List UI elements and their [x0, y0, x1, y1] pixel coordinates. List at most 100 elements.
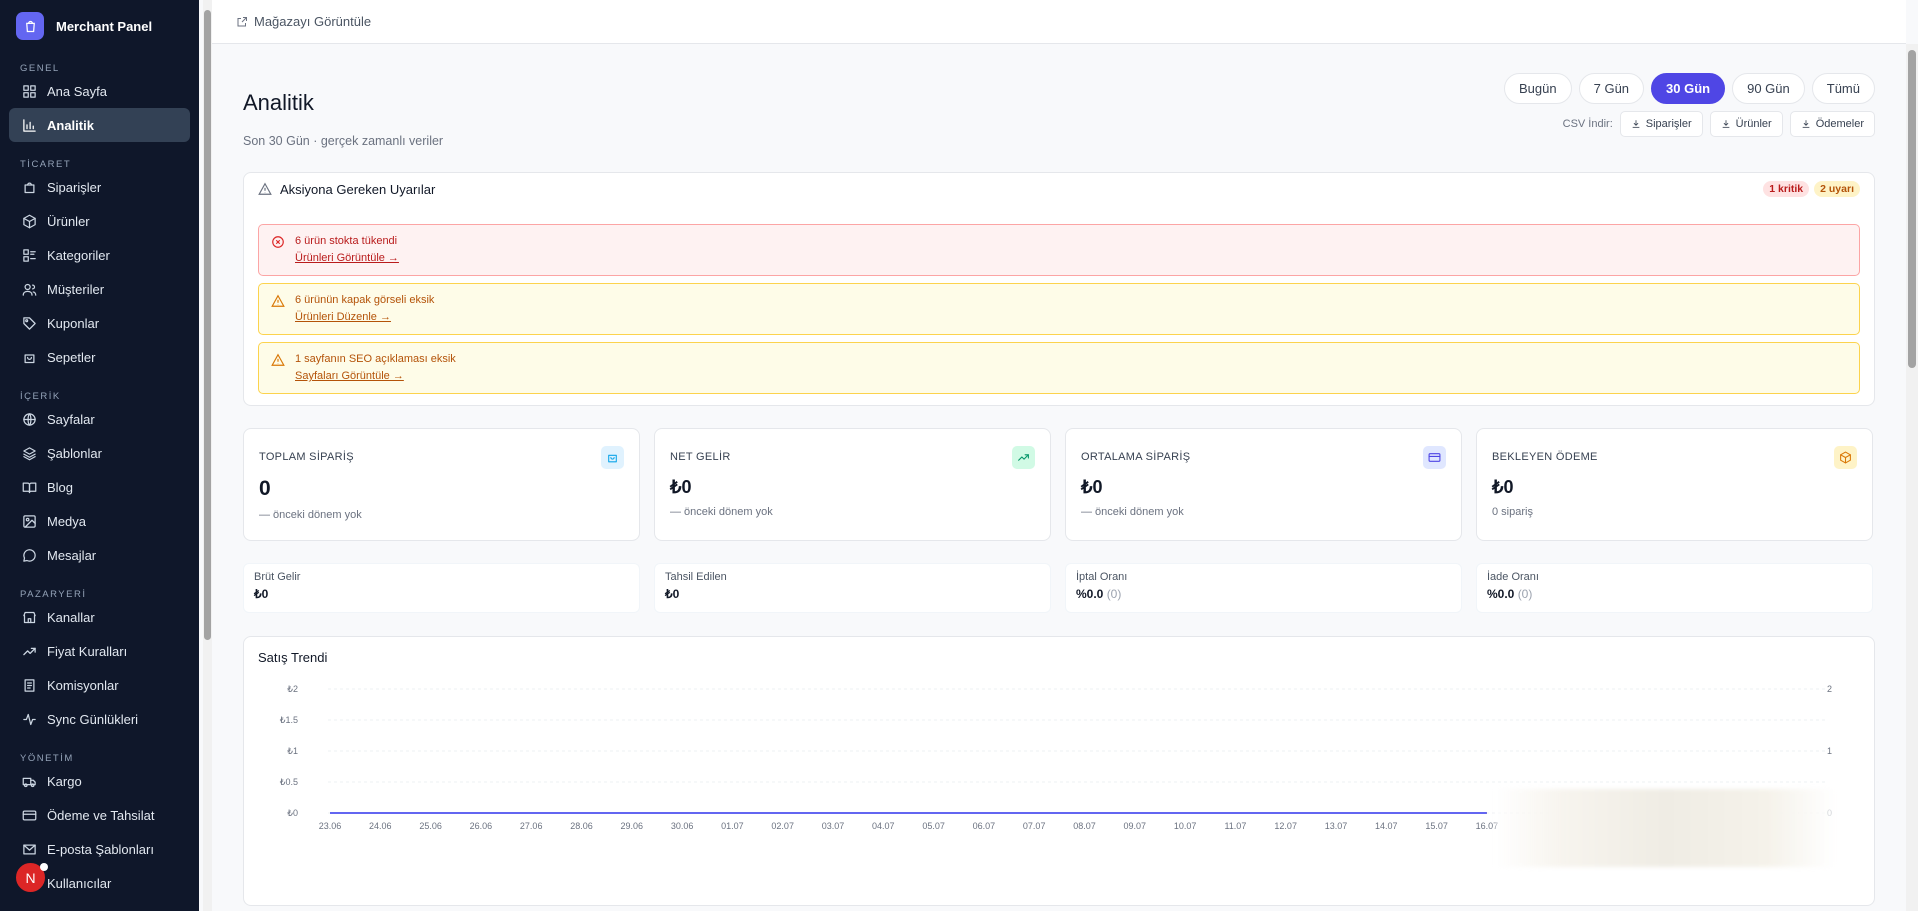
alert-text: 1 sayfanın SEO açıklaması eksik	[295, 353, 456, 365]
range-button[interactable]: 7 Gün	[1578, 73, 1645, 104]
sidebar-item-label: Sepetler	[47, 349, 96, 365]
x-tick-label: 07.07	[1023, 821, 1046, 831]
alerts-title: Aksiyona Gereken Uyarılar	[280, 181, 436, 197]
range-button[interactable]: 30 Gün	[1651, 73, 1726, 104]
view-store-link[interactable]: Mağazayı Görüntüle	[236, 14, 371, 29]
kpi-icon-box	[1834, 446, 1857, 469]
kpi-note: 0 sipariş	[1492, 506, 1533, 518]
y-right-tick-label: 1	[1827, 746, 1832, 756]
sidebar-section-title: TİCARET	[20, 159, 72, 170]
stat-value: %0.0 (0)	[1487, 587, 1533, 601]
csv-download-button[interactable]: Siparişler	[1619, 111, 1703, 137]
sidebar-item-label: Kuponlar	[47, 315, 100, 331]
sidebar-scrollbar[interactable]	[203, 0, 212, 911]
stat-label: Brüt Gelir	[254, 571, 301, 583]
kpi-card: BEKLEYEN ÖDEME ₺0 0 sipariş	[1476, 428, 1873, 541]
trend-up-icon	[1018, 454, 1029, 461]
stat-label: İade Oranı	[1487, 571, 1539, 583]
kpi-label: NET GELİR	[670, 451, 731, 463]
sidebar-scrollbar-thumb[interactable]	[204, 10, 211, 640]
users-icon	[22, 283, 37, 296]
stat-card: Tahsil Edilen ₺0	[654, 563, 1051, 613]
category-icon	[23, 248, 36, 262]
stat-card: İade Oranı %0.0 (0)	[1476, 563, 1873, 613]
sidebar-item[interactable]: Komisyonlar	[9, 668, 190, 702]
csv-button-label: Ürünler	[1735, 118, 1772, 130]
alert-text: 6 ürünün kapak görseli eksik	[295, 294, 435, 306]
kpi-label: BEKLEYEN ÖDEME	[1492, 451, 1598, 463]
sidebar-item-label: Ödeme ve Tahsilat	[47, 807, 155, 823]
y-right-tick-label: 2	[1827, 684, 1832, 694]
sidebar-item-label: E-posta Şablonları	[47, 841, 154, 857]
cart-icon	[24, 353, 35, 363]
stat-row: Brüt Gelir ₺0 Tahsil Edilen ₺0 İptal Oranı %0…	[243, 563, 1873, 613]
brand[interactable]: Merchant Panel	[0, 0, 199, 52]
shopping-bag-icon	[16, 12, 44, 40]
csv-download-button[interactable]: Ürünler	[1709, 111, 1783, 137]
sidebar-item[interactable]: Sayfalar	[9, 402, 190, 436]
x-tick-label: 26.06	[470, 821, 493, 831]
stat-value: %0.0 (0)	[1076, 587, 1122, 601]
kpi-icon-box	[1423, 446, 1446, 469]
alert-action-link[interactable]: Ürünleri Görüntüle →	[295, 252, 399, 264]
bag-icon	[24, 182, 35, 193]
sidebar-item[interactable]: Mesajlar	[9, 538, 190, 572]
x-tick-label: 06.07	[973, 821, 996, 831]
kpi-icon-box	[1012, 446, 1035, 469]
view-store-label: Mağazayı Görüntüle	[254, 14, 372, 29]
sidebar-item[interactable]: Sync Günlükleri	[9, 702, 190, 736]
csv-download-button[interactable]: Ödemeler	[1789, 111, 1875, 137]
x-tick-label: 01.07	[721, 821, 744, 831]
truck-icon	[22, 777, 36, 787]
range-button[interactable]: Tümü	[1811, 73, 1875, 104]
credit-card-icon	[1428, 453, 1441, 462]
alert-action-link[interactable]: Ürünleri Düzenle →	[295, 311, 434, 323]
sidebar-item[interactable]: Medya	[9, 504, 190, 538]
sidebar-item-label: Siparişler	[47, 179, 102, 195]
stat-value: ₺0	[254, 587, 269, 601]
box-icon	[23, 214, 36, 228]
range-button[interactable]: Bugün	[1504, 73, 1572, 104]
sidebar-item-label: Analitik	[47, 117, 94, 133]
sidebar-item[interactable]: Ödeme ve Tahsilat	[9, 798, 190, 832]
sidebar-item[interactable]: Blog	[9, 470, 190, 504]
sidebar-section-title: PAZARYERİ	[20, 589, 87, 600]
stat-label: İptal Oranı	[1076, 571, 1128, 583]
x-tick-label: 14.07	[1375, 821, 1398, 831]
sidebar-item[interactable]: Müşteriler	[9, 272, 190, 306]
sidebar-nav: GENEL Ana Sayfa Analitik TİCARET Siparişler Ü…	[0, 56, 199, 900]
csv-button-label: Siparişler	[1645, 118, 1692, 130]
kpi-note: — önceki dönem yok	[259, 509, 362, 521]
main-scrollbar-thumb[interactable]	[1908, 50, 1916, 368]
sidebar-item-label: Kanallar	[47, 609, 95, 625]
csv-download-bar: CSV İndir: Siparişler Ürünler Ödemeler	[1563, 111, 1875, 137]
sidebar-item[interactable]: Ürünler	[9, 204, 190, 238]
sidebar-item[interactable]: Analitik	[9, 108, 190, 142]
sidebar-item[interactable]: Kuponlar	[9, 306, 190, 340]
activity-icon	[23, 713, 36, 725]
sidebar-item[interactable]: Kargo	[9, 764, 190, 798]
kpi-card: ORTALAMA SİPARİŞ ₺0 — önceki dönem yok	[1065, 428, 1462, 541]
sidebar-item[interactable]: Kanallar	[9, 600, 190, 634]
y-left-tick-label: ₺0	[287, 808, 298, 818]
sidebar-item-label: Kullanıcılar	[47, 875, 112, 891]
sidebar-item[interactable]: Siparişler	[9, 170, 190, 204]
x-tick-label: 12.07	[1274, 821, 1297, 831]
sidebar-item[interactable]: Şablonlar	[9, 436, 190, 470]
alert-item: 6 ürün stokta tükendi Ürünleri Görüntüle …	[258, 224, 1860, 276]
alert-action-link[interactable]: Sayfaları Görüntüle →	[295, 370, 456, 382]
sidebar-item[interactable]: E-posta Şablonları	[9, 832, 190, 866]
range-button[interactable]: 90 Gün	[1732, 73, 1805, 104]
stat-card: İptal Oranı %0.0 (0)	[1065, 563, 1462, 613]
sidebar-item-label: Kategoriler	[47, 247, 110, 263]
sidebar-item[interactable]: Fiyat Kuralları	[9, 634, 190, 668]
kpi-value: ₺0	[670, 477, 692, 497]
kpi-note: — önceki dönem yok	[670, 506, 773, 518]
sidebar-item[interactable]: Kategoriler	[9, 238, 190, 272]
main-scrollbar[interactable]	[1906, 44, 1918, 911]
sidebar-item[interactable]: Ana Sayfa	[9, 74, 190, 108]
sidebar-section-title: GENEL	[20, 63, 60, 74]
external-link-icon	[237, 16, 247, 26]
x-tick-label: 13.07	[1325, 821, 1348, 831]
sidebar-item[interactable]: Sepetler	[9, 340, 190, 374]
